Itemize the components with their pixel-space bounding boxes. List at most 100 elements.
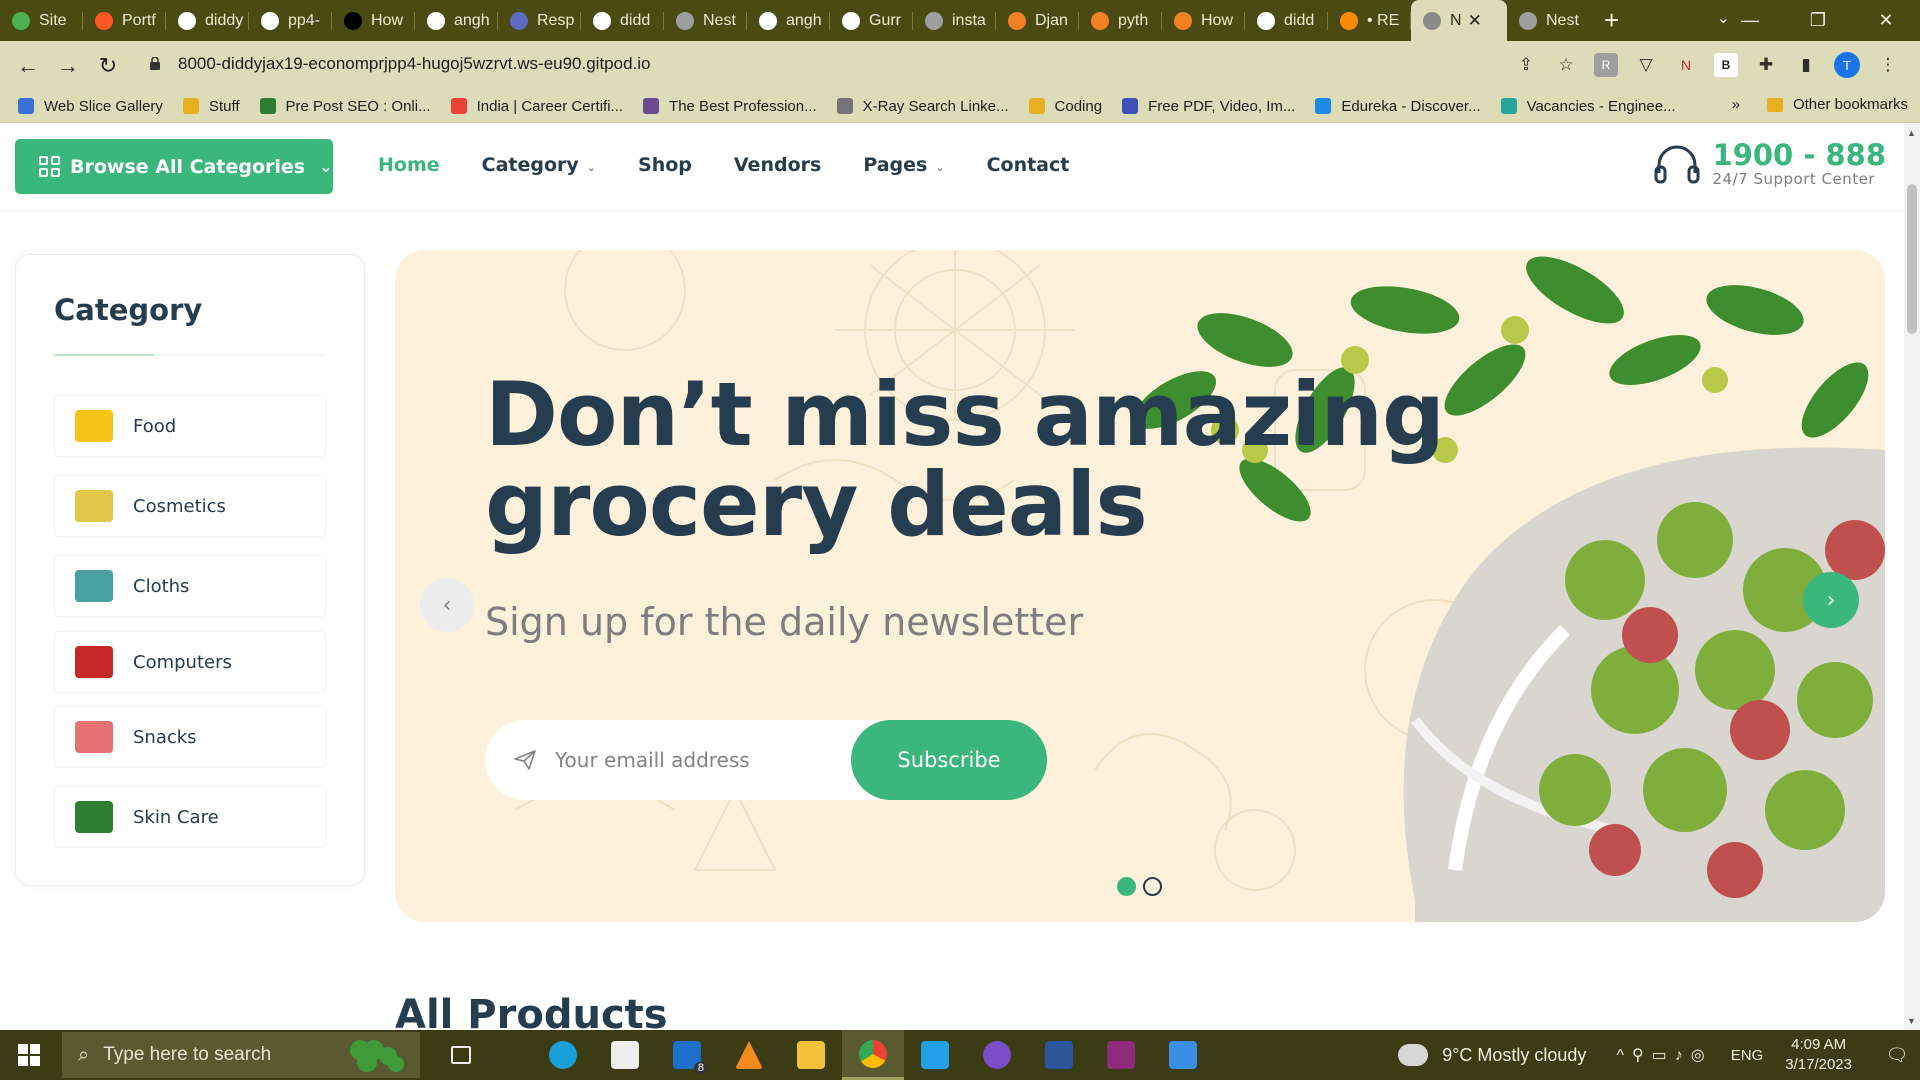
new-tab-plus-icon[interactable]: +	[1604, 5, 1634, 36]
category-item-computers[interactable]: Computers	[54, 631, 326, 693]
browser-tab[interactable]: angh	[747, 0, 830, 41]
browser-tab[interactable]: didd	[1245, 0, 1328, 41]
browser-tab[interactable]: Djan	[996, 0, 1079, 41]
support-phone-number[interactable]: 1900 - 888	[1713, 140, 1886, 170]
category-item-snacks[interactable]: Snacks	[54, 706, 326, 768]
bookmarks-overflow-button[interactable]: »	[1732, 96, 1740, 113]
store-button[interactable]	[594, 1030, 656, 1080]
chrome-button[interactable]	[842, 1030, 904, 1080]
browser-tab[interactable]: How	[332, 0, 415, 41]
nav-link-contact[interactable]: Contact	[987, 154, 1070, 176]
minimize-icon[interactable]: —	[1716, 10, 1784, 31]
edge-button[interactable]	[532, 1030, 594, 1080]
email-input[interactable]	[555, 740, 815, 780]
start-button[interactable]	[0, 1030, 58, 1080]
task-view-icon	[451, 1046, 471, 1064]
bookmark-star-icon[interactable]: ☆	[1554, 53, 1578, 77]
browser-tab[interactable]: Nest	[664, 0, 747, 41]
notifications-icon[interactable]: 🗨	[1874, 1045, 1920, 1066]
bookmark-item[interactable]: Coding	[1028, 98, 1102, 115]
main-nav: Home Category ⌄ Shop Vendors Pages ⌄ Contact	[378, 154, 1069, 176]
browser-tab[interactable]: Site	[0, 0, 83, 41]
category-item-cosmetics[interactable]: Cosmetics	[54, 475, 326, 537]
share-icon[interactable]: ⇪	[1514, 53, 1538, 77]
bookmark-item[interactable]: Vacancies - Enginee...	[1500, 98, 1676, 115]
file-explorer-button[interactable]	[780, 1030, 842, 1080]
nav-link-pages[interactable]: Pages ⌄	[863, 154, 944, 176]
bookmark-item[interactable]: Free PDF, Video, Im...	[1122, 98, 1295, 115]
subscribe-button[interactable]: Subscribe	[851, 720, 1047, 800]
nav-link-shop[interactable]: Shop	[638, 154, 692, 176]
page-scrollbar[interactable]: ▲ ▼	[1904, 124, 1920, 1030]
browser-tab[interactable]: diddy	[166, 0, 249, 41]
tab-favicon-icon	[95, 11, 113, 30]
scrollbar-thumb[interactable]	[1907, 184, 1917, 334]
weather-widget[interactable]: 9°C Mostly cloudy	[1394, 1040, 1587, 1066]
slider-dot[interactable]	[1117, 877, 1136, 896]
language-indicator[interactable]: ENG	[1731, 1047, 1764, 1064]
winrar-icon	[1107, 1041, 1135, 1069]
bookmark-item[interactable]: Stuff	[182, 98, 240, 115]
bookmark-item[interactable]: Web Slice Gallery	[18, 98, 163, 115]
extension-v-icon[interactable]: ▽	[1634, 53, 1658, 77]
close-tab-icon[interactable]: ✕	[1468, 11, 1482, 31]
task-view-button[interactable]	[430, 1030, 492, 1080]
forward-icon[interactable]: →	[48, 53, 88, 79]
extensions-puzzle-icon[interactable]: ✚	[1754, 53, 1778, 77]
back-icon[interactable]: ←	[8, 53, 48, 79]
nav-link-home[interactable]: Home	[378, 154, 440, 176]
winrar-button[interactable]	[1090, 1030, 1152, 1080]
bookmark-item[interactable]: India | Career Certifi...	[450, 98, 623, 115]
restore-icon[interactable]: ❐	[1784, 10, 1852, 31]
browser-tab[interactable]: angh	[415, 0, 498, 41]
scroll-down-icon[interactable]: ▼	[1907, 1016, 1916, 1026]
slider-next-button[interactable]: ›	[1803, 572, 1859, 628]
reload-icon[interactable]: ↻	[88, 53, 128, 79]
browser-tab[interactable]: pp4-	[249, 0, 332, 41]
vscode-button[interactable]	[904, 1030, 966, 1080]
browser-tab[interactable]: didd	[581, 0, 664, 41]
category-item-food[interactable]: Food	[54, 395, 326, 457]
browser-tab[interactable]: Nest	[1507, 0, 1590, 41]
extension-n-icon[interactable]: N	[1674, 53, 1698, 77]
nav-link-category[interactable]: Category ⌄	[482, 154, 596, 176]
photos-button[interactable]	[1152, 1030, 1214, 1080]
extension-b-icon[interactable]: B	[1714, 53, 1738, 77]
browser-tab[interactable]: Gurr	[830, 0, 913, 41]
browser-tab[interactable]: • RE	[1328, 0, 1411, 41]
side-panel-icon[interactable]: ▮	[1794, 53, 1818, 77]
close-window-icon[interactable]: ✕	[1852, 10, 1920, 31]
browser-tab[interactable]: How	[1162, 0, 1245, 41]
browser-tab-active[interactable]: N ✕	[1411, 0, 1507, 41]
url-field[interactable]: 8000-diddyjax19-economprjpp4-hugoj5wzrvt…	[178, 54, 651, 74]
browser-tab[interactable]: insta	[913, 0, 996, 41]
category-sidebar-title: Category	[54, 293, 203, 327]
headphones-icon	[1654, 145, 1700, 184]
vlc-button[interactable]	[718, 1030, 780, 1080]
scroll-up-icon[interactable]: ▲	[1907, 128, 1916, 138]
other-bookmarks-folder[interactable]: Other bookmarks	[1766, 96, 1908, 113]
github-desktop-button[interactable]	[966, 1030, 1028, 1080]
category-item-cloths[interactable]: Cloths	[54, 555, 326, 617]
slider-dot[interactable]	[1143, 877, 1162, 896]
bookmark-item[interactable]: Edureka - Discover...	[1315, 98, 1481, 115]
weather-text: 9°C Mostly cloudy	[1442, 1044, 1587, 1065]
bookmark-item[interactable]: Pre Post SEO : Onli...	[259, 98, 431, 115]
profile-avatar[interactable]: T	[1834, 52, 1860, 78]
browse-categories-button[interactable]: Browse All Categories ⌄	[15, 139, 333, 194]
bookmark-item[interactable]: The Best Profession...	[643, 98, 817, 115]
menu-kebab-icon[interactable]: ⋮	[1876, 53, 1900, 77]
extension-r-icon[interactable]: R	[1594, 53, 1618, 77]
nav-link-vendors[interactable]: Vendors	[734, 154, 821, 176]
word-button[interactable]	[1028, 1030, 1090, 1080]
slider-prev-button[interactable]: ‹	[420, 578, 474, 632]
mail-button[interactable]: 8	[656, 1030, 718, 1080]
bookmark-item[interactable]: X-Ray Search Linke...	[836, 98, 1009, 115]
browser-tab[interactable]: Portf	[83, 0, 166, 41]
tray-system-icons[interactable]: ^⚲▭♪◎	[1616, 1045, 1712, 1065]
category-item-skin-care[interactable]: Skin Care	[54, 786, 326, 848]
browser-tab[interactable]: pyth	[1079, 0, 1162, 41]
lock-icon[interactable]	[150, 57, 160, 70]
clock[interactable]: 4:09 AM 3/17/2023	[1785, 1035, 1852, 1075]
browser-tab[interactable]: Resp	[498, 0, 581, 41]
